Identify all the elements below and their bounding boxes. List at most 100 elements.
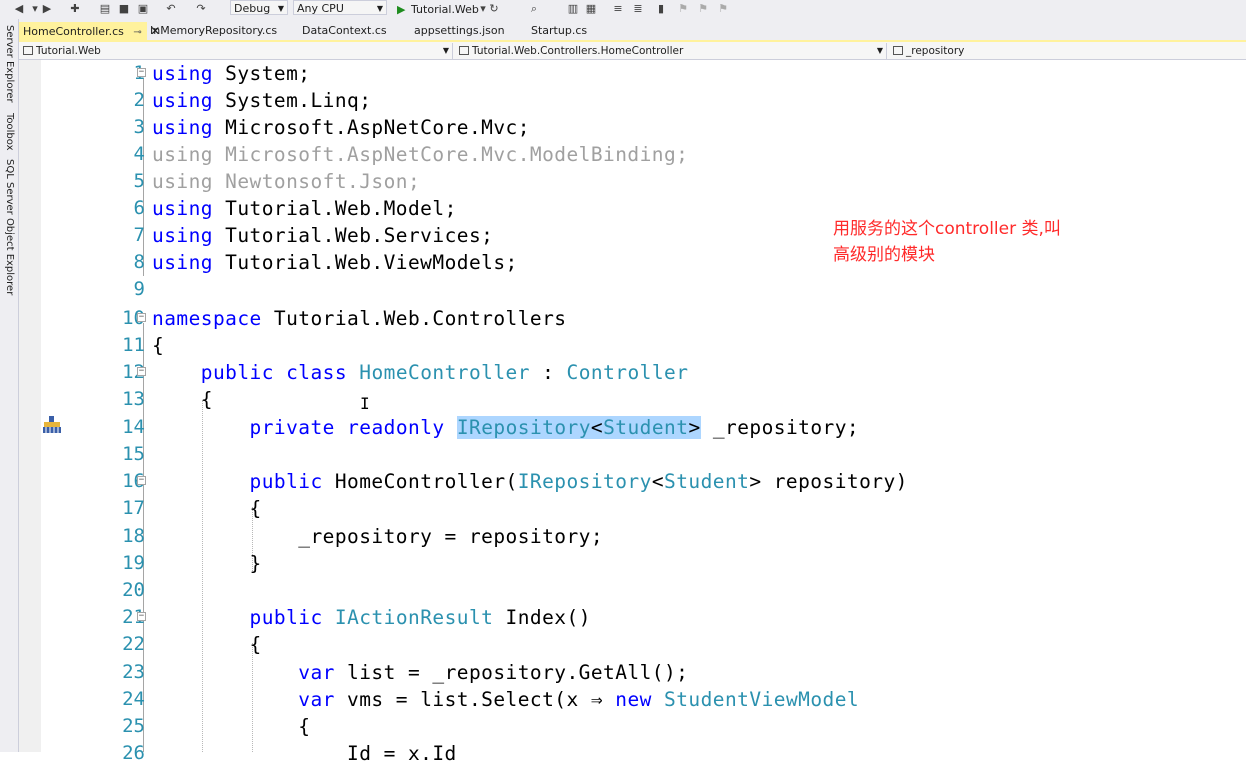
line-number: 20 (122, 579, 145, 601)
collapse-icon[interactable]: − (137, 68, 146, 77)
code-text: var list = _repository.GetAll(); (152, 659, 688, 686)
find-icon[interactable]: ⌕ (527, 2, 541, 16)
save-icon[interactable]: ■ (117, 2, 131, 16)
token: : (529, 361, 567, 384)
side-tab-sql-server-object-explorer[interactable]: SQL Server Object Explorer (1, 159, 17, 295)
project-icon (23, 46, 33, 55)
side-tab-toolbox[interactable]: Toolbox (1, 113, 17, 151)
token: System; (212, 62, 311, 85)
side-tab-server-explorer[interactable]: Server Explorer (1, 25, 17, 103)
token: Newtonsoft.Json; (212, 170, 421, 193)
uncomment-icon[interactable]: ≣ (631, 2, 645, 16)
code-line: 15 (19, 441, 1246, 468)
bookmark-icon[interactable]: ▮ (654, 2, 668, 16)
code-line: 19 } (19, 550, 1246, 577)
collapse-icon[interactable]: − (137, 313, 146, 322)
type-name: IRepository (517, 470, 652, 493)
tab-startup[interactable]: Startup.cs (531, 22, 587, 40)
collapse-icon[interactable]: − (137, 476, 146, 485)
token: Tutorial.Web.Controllers (261, 307, 567, 330)
keyword: using (152, 197, 213, 220)
forward-icon[interactable]: ▶ (40, 2, 54, 16)
code-line: 21 − public IActionResult Index() (19, 604, 1246, 631)
redo-icon[interactable]: ↷ (194, 2, 208, 16)
prev-bookmark-icon[interactable]: ⚑ (676, 2, 690, 16)
code-text: public IActionResult Index() (152, 604, 591, 631)
collapse-icon[interactable]: − (137, 612, 146, 621)
line-number: 10 (122, 307, 145, 329)
tab-inmemoryrepository[interactable]: InMemoryRepository.cs (150, 22, 277, 40)
new-project-icon[interactable]: ✚ (68, 2, 82, 16)
line-number: 21 (122, 606, 145, 628)
tab-homecontroller[interactable]: HomeController.cs ⊸ ✕ (19, 22, 160, 40)
member-value: _repository (906, 45, 965, 57)
token: list = _repository.GetAll(); (334, 661, 689, 684)
code-text: private readonly IRepository<Student> _r… (152, 414, 859, 441)
code-text: using Tutorial.Web.Services; (152, 222, 493, 249)
type-dropdown[interactable]: Tutorial.Web.Controllers.HomeController … (455, 43, 887, 59)
line-number: 11 (122, 334, 145, 356)
keyword: public (249, 470, 323, 493)
collapse-icon[interactable]: − (137, 367, 146, 376)
comment-icon[interactable]: ≡ (611, 2, 625, 16)
start-debug-icon[interactable]: ▶ (397, 2, 405, 17)
type-name: HomeController (359, 361, 530, 384)
refresh-icon[interactable]: ↻ (487, 2, 501, 16)
token: > (688, 416, 701, 439)
code-text: { (152, 715, 311, 738)
token: vms = list.Select(x (334, 688, 591, 711)
code-line: 10 − namespace Tutorial.Web.Controllers (19, 305, 1246, 332)
keyword: namespace (152, 307, 262, 330)
open-file-icon[interactable]: ▤ (98, 2, 112, 16)
code-text: using Microsoft.AspNetCore.Mvc; (152, 114, 530, 141)
undo-icon[interactable]: ↶ (164, 2, 178, 16)
code-text: { (152, 388, 213, 411)
token: Index() (493, 606, 591, 629)
line-number: 24 (122, 688, 145, 710)
keyword: using (152, 89, 213, 112)
token: Tutorial.Web.ViewModels; (212, 251, 518, 274)
keyword: class (286, 361, 348, 384)
quick-actions-icon[interactable] (42, 416, 62, 434)
tab-datacontext[interactable]: DataContext.cs (302, 22, 387, 40)
code-text: public HomeController(IRepository<Studen… (152, 468, 908, 495)
code-line: 1 − using System; (19, 60, 1246, 87)
run-target-button[interactable]: Tutorial.Web (411, 2, 479, 17)
member-dropdown[interactable]: _repository (889, 43, 1246, 59)
code-line: 8 using Tutorial.Web.ViewModels; (19, 249, 1246, 276)
next-bookmark-icon[interactable]: ⚑ (696, 2, 710, 16)
code-text-unused: using Microsoft.AspNetCore.Mvc.ModelBind… (152, 141, 688, 168)
platform-dropdown[interactable]: Any CPU ▼ (293, 0, 387, 15)
code-text: using Tutorial.Web.ViewModels; (152, 249, 518, 276)
code-editor[interactable]: 1 − using System; 2 using System.Linq; 3… (19, 60, 1246, 765)
code-text: { (152, 633, 262, 656)
code-text: Id = x.Id (152, 742, 457, 765)
clear-bookmarks-icon[interactable]: ⚑ (716, 2, 730, 16)
platform-value: Any CPU (297, 2, 344, 15)
pin-icon[interactable]: ⊸ (133, 27, 141, 38)
code-line: 17 { (19, 495, 1246, 522)
type-name: Student (603, 416, 689, 439)
selected-text[interactable]: IRepository<Student> (456, 416, 701, 439)
project-dropdown[interactable]: Tutorial.Web ▼ (19, 43, 453, 59)
code-line: 26 Id = x.Id (19, 740, 1246, 767)
token: < (651, 470, 665, 493)
tab-appsettings[interactable]: appsettings.json (414, 22, 505, 40)
layout-icon[interactable]: ▥ (566, 2, 580, 16)
line-number: 4 (133, 143, 145, 165)
windows-icon[interactable]: ▦ (584, 2, 598, 16)
solution-config-dropdown[interactable]: Debug ▼ (230, 0, 288, 15)
code-line: 16 − public HomeController(IRepository<S… (19, 468, 1246, 495)
code-line: 25 { (19, 713, 1246, 740)
code-line: 24 var vms = list.Select(x ⇒ new Student… (19, 686, 1246, 713)
save-all-icon[interactable]: ▣ (136, 2, 150, 16)
code-line: 3 using Microsoft.AspNetCore.Mvc; (19, 114, 1246, 141)
keyword: var (298, 661, 335, 684)
chevron-down-icon: ▼ (876, 46, 883, 55)
back-icon[interactable]: ◀ (12, 2, 26, 16)
code-line: 23 var list = _repository.GetAll(); (19, 659, 1246, 686)
